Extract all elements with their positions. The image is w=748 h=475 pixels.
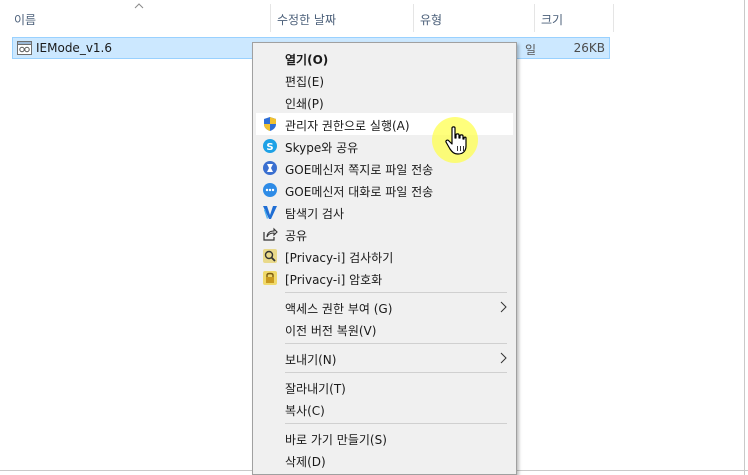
window-right-border [744, 0, 745, 475]
v3-scan-icon [263, 206, 277, 219]
submenu-arrow-icon [500, 301, 507, 313]
privacy-lock-icon [263, 271, 277, 285]
menu-item-cut[interactable]: 잘라내기(T) [256, 376, 513, 398]
column-header-name[interactable]: 이름 [8, 6, 270, 32]
svg-text:S: S [266, 142, 273, 153]
menu-item-privacy-encrypt[interactable]: [Privacy-i] 암호화 [256, 267, 513, 289]
context-menu: 열기(O) 편집(E) 인쇄(P) 관리자 권한으로 실행(A) S Skype… [252, 42, 517, 475]
file-name: IEMode_v1.6 [36, 41, 113, 55]
menu-separator [285, 343, 507, 344]
menu-item-goe-note[interactable]: GOE메신저 쪽지로 파일 전송 [256, 157, 513, 179]
share-icon [263, 227, 278, 241]
menu-item-edit[interactable]: 편집(E) [256, 69, 513, 91]
column-header-size[interactable]: 크기 [535, 6, 613, 32]
hand-pointer-cursor-icon [445, 126, 467, 155]
uac-shield-icon [264, 117, 276, 131]
skype-icon: S [263, 139, 277, 153]
privacy-scan-icon [263, 249, 277, 263]
registry-file-icon [17, 41, 32, 55]
menu-separator [285, 292, 507, 293]
column-divider[interactable] [613, 4, 614, 32]
column-header-type[interactable]: 유형 [414, 6, 534, 32]
goe-chat-icon [263, 183, 277, 197]
menu-item-copy[interactable]: 복사(C) [256, 398, 513, 420]
file-type: 일 [525, 43, 537, 57]
menu-item-create-shortcut[interactable]: 바로 가기 만들기(S) [256, 427, 513, 449]
menu-item-restore-previous[interactable]: 이전 버전 복원(V) [256, 318, 513, 340]
goe-note-icon [263, 161, 277, 175]
menu-separator [285, 372, 507, 373]
submenu-arrow-icon [500, 352, 507, 364]
menu-item-print[interactable]: 인쇄(P) [256, 91, 513, 113]
menu-item-open[interactable]: 열기(O) [256, 47, 513, 69]
menu-item-goe-chat[interactable]: GOE메신저 대화로 파일 전송 [256, 179, 513, 201]
menu-item-explorer-scan[interactable]: 탐색기 검사 [256, 201, 513, 223]
menu-item-share[interactable]: 공유 [256, 223, 513, 245]
menu-item-privacy-scan[interactable]: [Privacy-i] 검사하기 [256, 245, 513, 267]
menu-item-give-access[interactable]: 액세스 권한 부여 (G) [256, 296, 513, 318]
column-header-date-modified[interactable]: 수정한 날짜 [271, 6, 413, 32]
file-size: 26KB [573, 41, 605, 55]
menu-item-send-to[interactable]: 보내기(N) [256, 347, 513, 369]
menu-item-delete[interactable]: 삭제(D) [256, 449, 513, 471]
menu-separator [285, 423, 507, 424]
